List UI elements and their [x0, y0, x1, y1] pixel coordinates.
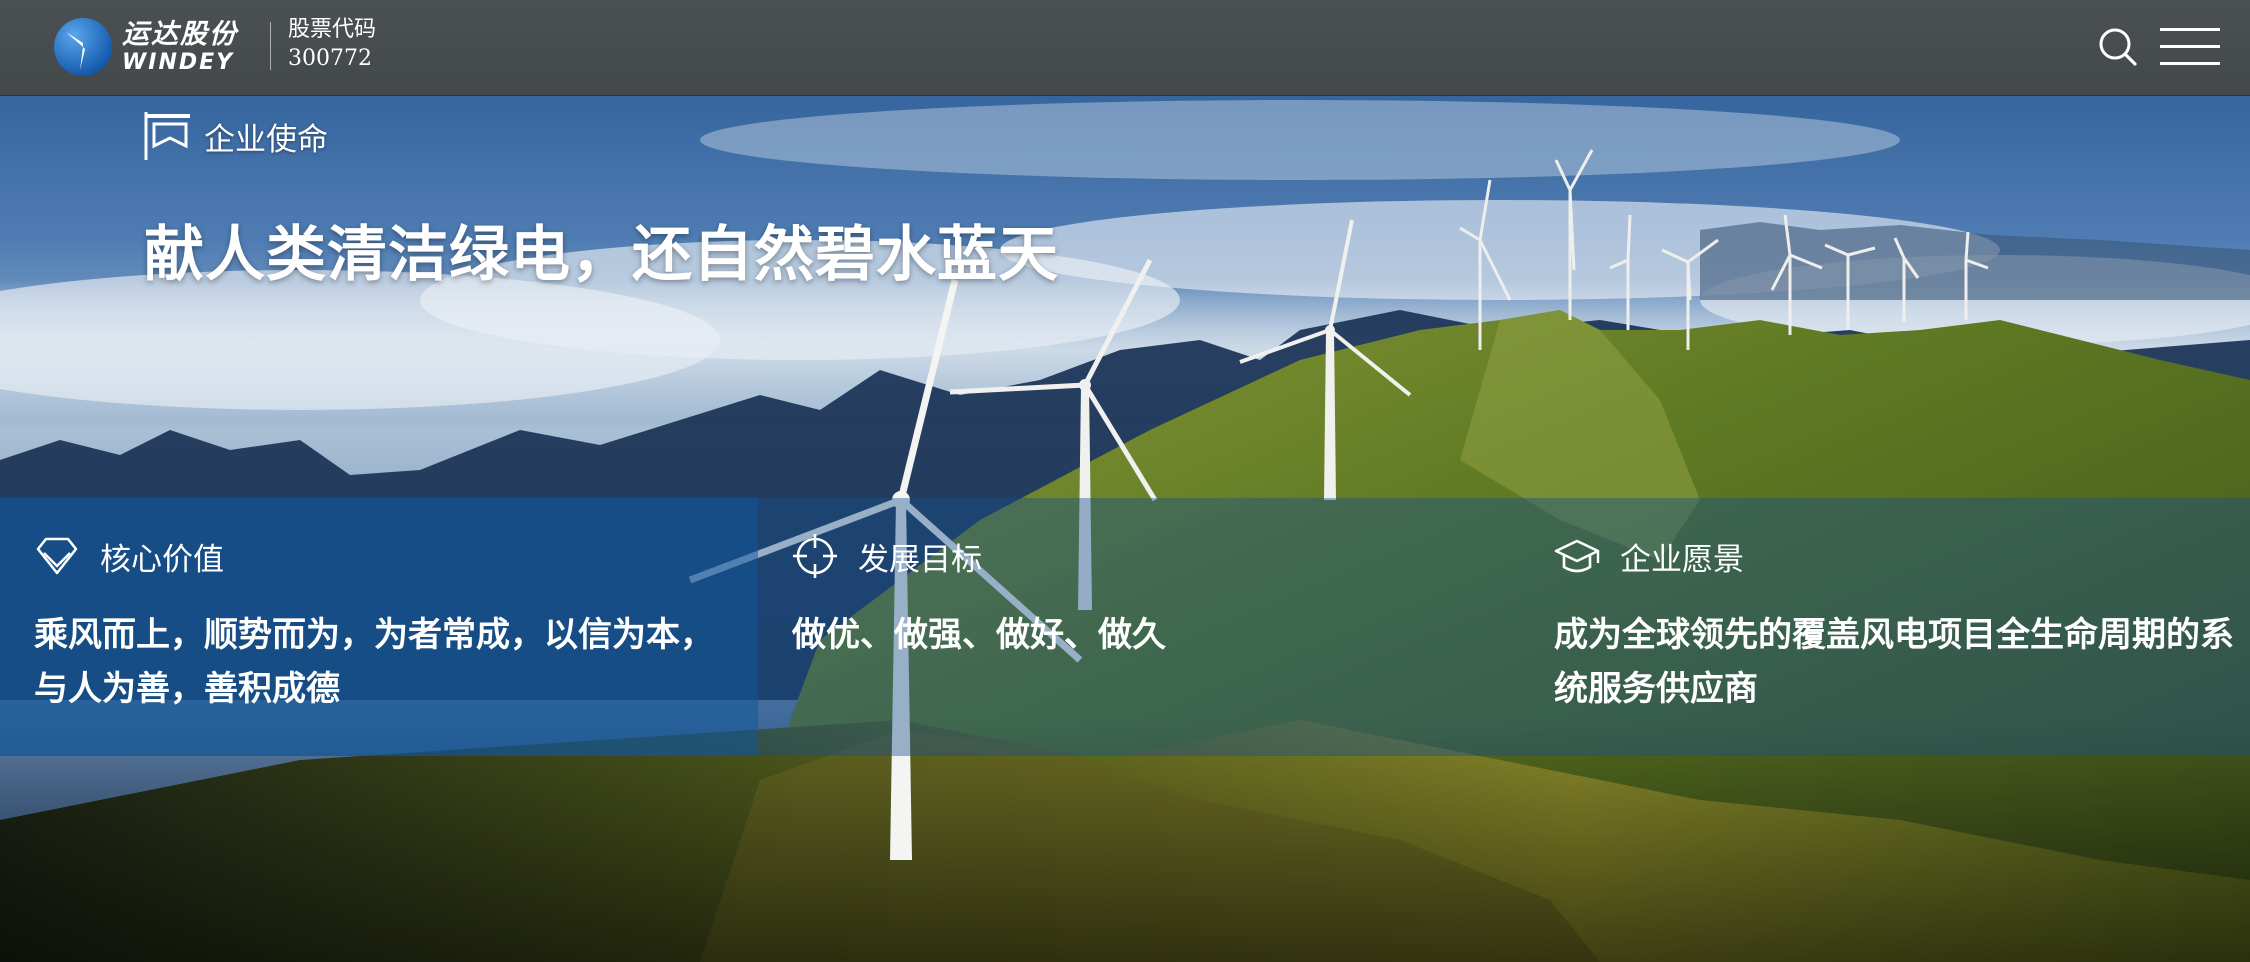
site-header: 运达股份 WINDEY 股票代码 300772 — [0, 0, 2250, 96]
panel-body: 做优、做强、做好、做久 — [792, 615, 1166, 655]
mission-heading: 企业使命 — [144, 110, 328, 162]
background-landscape-image — [0, 0, 2250, 962]
value-panels: 核心价值 乘风而上，顺势而为，为者常成，以信为本，与人为善，善积成德 发展目标 … — [0, 498, 2250, 756]
mission-label: 企业使命 — [204, 121, 328, 158]
hamburger-menu-icon — [2160, 28, 2220, 65]
search-button[interactable] — [2096, 25, 2140, 69]
panel-core-values: 核心价值 乘风而上，顺势而为，为者常成，以信为本，与人为善，善积成德 — [0, 498, 758, 756]
page: 运达股份 WINDEY 股票代码 300772 企业使命 献人类清洁绿电，还自然… — [0, 0, 2250, 962]
panel-title: 企业愿景 — [1620, 541, 1744, 578]
panel-title: 发展目标 — [858, 541, 982, 578]
panel-vision: 企业愿景 成为全球领先的覆盖风电项目全生命周期的系统服务供应商 — [1520, 498, 2250, 756]
panel-development-goal: 发展目标 做优、做强、做好、做久 — [758, 498, 1520, 756]
mission-statement: 献人类清洁绿电，还自然碧水蓝天 — [144, 220, 1059, 290]
diamond-icon — [36, 537, 78, 575]
panel-title: 核心价值 — [100, 541, 224, 578]
search-icon — [2099, 28, 2137, 66]
windey-logo-icon — [54, 18, 112, 76]
menu-button[interactable] — [2160, 26, 2220, 68]
crosshair-icon — [793, 534, 837, 578]
panel-body: 乘风而上，顺势而为，为者常成，以信为本，与人为善，善积成德 — [34, 615, 714, 709]
stock-code-value: 300772 — [288, 45, 372, 71]
logo-english-name: WINDEY — [122, 49, 235, 75]
header-divider — [270, 22, 271, 70]
panel-body: 成为全球领先的覆盖风电项目全生命周期的系统服务供应商 — [1554, 615, 2234, 709]
company-logo[interactable]: 运达股份 WINDEY — [52, 16, 252, 78]
stock-info: 股票代码 300772 — [288, 16, 376, 73]
flag-icon — [144, 112, 190, 160]
graduation-cap-icon — [1554, 539, 1600, 573]
logo-chinese-name: 运达股份 — [122, 18, 238, 50]
stock-code-label: 股票代码 — [288, 17, 377, 42]
